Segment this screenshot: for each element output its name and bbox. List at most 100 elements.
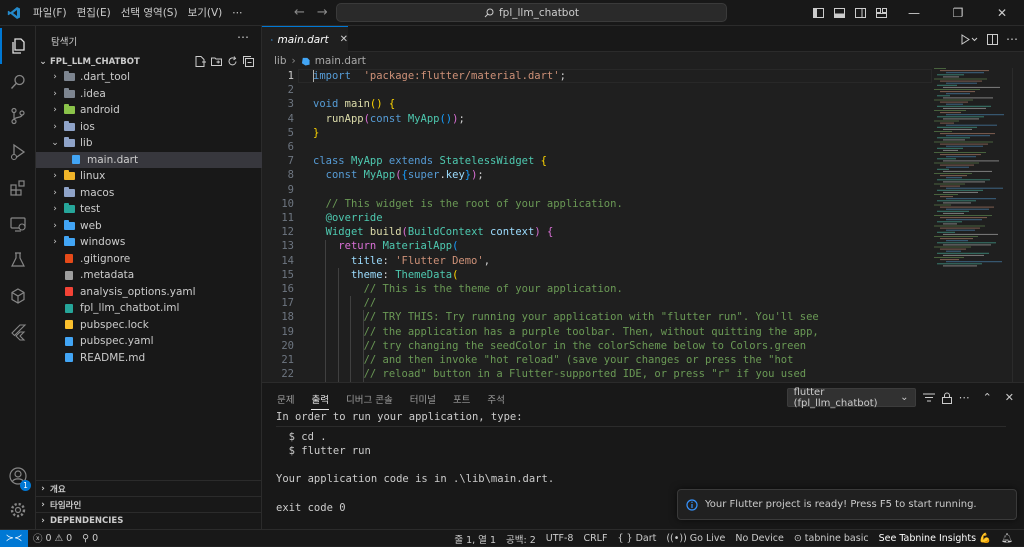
notification-toast[interactable]: Your Flutter project is ready! Press F5 … [677,489,1017,520]
split-editor-icon[interactable] [987,33,998,45]
code-token: 'package:flutter/material.dart' [363,70,560,82]
close-panel-icon[interactable]: ✕ [1005,391,1014,404]
minimap-line [940,206,994,208]
tab-output[interactable]: 출력 [311,392,329,410]
device-selector[interactable]: No Device [730,533,788,544]
close-tab-icon[interactable]: ✕ [340,34,348,45]
tree-folder[interactable]: ⌄ lib [36,135,262,152]
tab-problems[interactable]: 문제 [277,392,294,410]
flutter-icon[interactable] [0,314,36,350]
testing-icon[interactable] [0,242,36,278]
tab-terminal[interactable]: 터미널 [410,392,436,410]
cursor-position[interactable]: 줄 1, 열 1 [449,532,501,546]
tree-folder[interactable]: › android [36,102,262,119]
tree-folder[interactable]: › .dart_tool [36,69,262,86]
close-window-button[interactable]: ✕ [980,0,1024,26]
indentation-status[interactable]: 공백: 2 [501,532,541,546]
menu-file[interactable]: 파일(F) [28,5,72,20]
settings-gear-icon[interactable] [0,492,36,528]
breadcrumb-file[interactable]: main.dart [315,55,366,67]
breadcrumb-folder[interactable]: lib [274,55,287,67]
tree-file[interactable]: .metadata [36,267,262,284]
lock-scroll-icon[interactable] [941,392,952,404]
tab-main-dart[interactable]: main.dart ✕ [262,26,348,52]
dependencies-section[interactable]: › DEPENDENCIES [36,512,262,528]
eol-status[interactable]: CRLF [578,533,612,544]
notifications-bell-icon[interactable]: 🔔︎ [996,533,1018,544]
tree-folder[interactable]: › test [36,201,262,218]
tab-ports[interactable]: 포트 [453,392,470,410]
accounts-icon[interactable]: 1 [0,458,36,494]
forward-arrow-icon[interactable]: → [317,5,328,20]
menu-edit[interactable]: 편집(E) [72,5,116,20]
new-file-icon[interactable] [195,56,206,67]
tabnine-status[interactable]: ⊙ tabnine basic [789,533,874,544]
language-status[interactable]: { } Dart [612,533,661,544]
tab-comments[interactable]: 주석 [487,392,504,410]
toggle-panel-icon[interactable] [829,0,850,26]
customize-layout-icon[interactable] [871,0,892,26]
search-icon[interactable] [0,64,36,100]
filter-list-icon[interactable] [922,392,935,403]
code-token: // the application has a purple toolbar.… [363,325,819,338]
tabnine-insights-link[interactable]: See Tabnine Insights 💪 [874,533,996,544]
ports-status[interactable]: ⚲ 0 [77,533,103,544]
refresh-icon[interactable] [227,56,238,67]
maximize-panel-icon[interactable]: ⌃ [983,391,992,404]
tree-file[interactable]: fpl_llm_chatbot.iml [36,300,262,317]
tree-folder[interactable]: › windows [36,234,262,251]
tab-debug-console[interactable]: 디버그 콘솔 [346,392,393,410]
explorer-icon[interactable] [0,28,36,64]
go-live-button[interactable]: ((•)) Go Live [661,533,730,544]
extensions-icon[interactable] [0,170,36,206]
line-number: 11 [281,212,294,224]
command-center-search[interactable]: fpl_llm_chatbot [336,3,727,22]
source-control-icon[interactable] [0,98,36,134]
timeline-section[interactable]: › 타임라인 [36,496,262,512]
tree-folder[interactable]: › ios [36,119,262,136]
toggle-secondary-sidebar-icon[interactable] [850,0,871,26]
outline-section[interactable]: › 개요 [36,480,262,496]
more-actions-icon[interactable]: ⋯ [237,30,249,44]
tree-label: web [80,219,102,232]
toggle-primary-sidebar-icon[interactable] [808,0,829,26]
back-arrow-icon[interactable]: ← [294,5,305,20]
restore-button[interactable]: ❐ [936,0,980,26]
tree-file[interactable]: .gitignore [36,251,262,268]
remote-explorer-icon[interactable] [0,206,36,242]
tree-file[interactable]: main.dart [36,151,262,168]
minimap-line [940,91,975,93]
remote-indicator-icon[interactable]: ≻≺ [0,529,28,547]
menu-selection[interactable]: 선택 영역(S) [116,5,183,20]
tree-file[interactable]: pubspec.yaml [36,333,262,350]
menu-more[interactable]: ⋯ [227,7,248,19]
tree-file[interactable]: analysis_options.yaml [36,284,262,301]
vscode-logo-icon [0,0,28,26]
tree-folder[interactable]: › .idea [36,86,262,103]
run-menu-icon[interactable] [961,33,979,45]
minimize-button[interactable]: — [892,0,936,26]
tree-folder[interactable]: › macos [36,185,262,202]
problems-status[interactable]: ⓧ 0 ⚠ 0 [28,531,77,546]
tree-file[interactable]: pubspec.lock [36,317,262,334]
tree-file[interactable]: README.md [36,350,262,367]
project-header[interactable]: ⌄ FPL_LLM_CHATBOT [36,53,262,70]
tree-folder[interactable]: › linux [36,168,262,185]
code-line: theme: ThemeData( [313,269,459,281]
run-debug-icon[interactable] [0,134,36,170]
containers-icon[interactable] [0,278,36,314]
line-number: 10 [281,197,294,210]
tree-folder[interactable]: › web [36,218,262,235]
code-token: MaterialApp [382,240,453,253]
minimap[interactable] [932,68,1012,268]
editor-more-icon[interactable]: ⋯ [1006,32,1018,46]
panel-more-icon[interactable]: ⋯ [959,391,970,404]
menu-view[interactable]: 보기(V) [183,5,228,20]
output-channel-select[interactable]: flutter (fpl_llm_chatbot) ⌄ [786,387,916,409]
code-editor[interactable]: 1 import 'package:flutter/material.dart';… [262,68,1024,382]
encoding-status[interactable]: UTF-8 [541,533,579,544]
editor-scrollbar[interactable] [1012,68,1024,382]
collapse-all-icon[interactable] [243,56,254,67]
new-folder-icon[interactable] [211,56,222,67]
output-divider [276,426,1006,427]
